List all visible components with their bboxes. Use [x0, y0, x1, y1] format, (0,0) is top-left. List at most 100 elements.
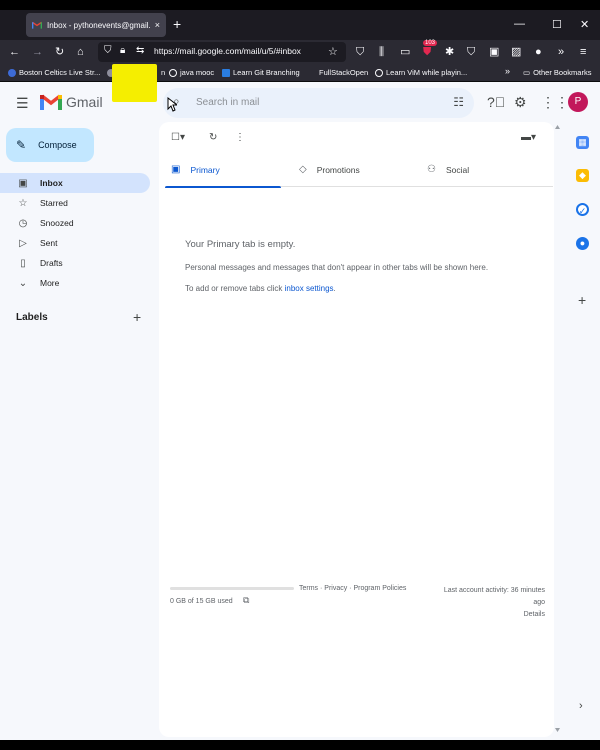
help-icon[interactable]: ?⃝	[487, 94, 505, 110]
people-icon: ⚇	[427, 164, 436, 175]
inbox-icon: ▣	[171, 164, 181, 175]
permissions-icon[interactable]: ⇆	[136, 45, 144, 56]
more-options-icon[interactable]: ⋮	[235, 132, 245, 143]
storage-meter	[170, 587, 294, 590]
tab-primary[interactable]: ▣ Primary	[165, 152, 281, 188]
new-tab-button[interactable]: +	[173, 16, 181, 32]
bookmark-item[interactable]: FullStackOpen	[319, 68, 368, 77]
gmail-m-icon	[40, 94, 62, 110]
library-icon[interactable]: ⫼	[379, 45, 384, 59]
folder-icon: ▭	[523, 68, 531, 77]
labels-heading: Labels	[16, 312, 48, 323]
tab-social[interactable]: ⚇ Social	[427, 152, 543, 187]
compose-label: Compose	[38, 140, 77, 150]
compose-button[interactable]: ✎ Compose	[6, 128, 94, 162]
empty-state-message: Personal messages and messages that don'…	[185, 263, 489, 272]
select-all-checkbox[interactable]: ☐▾	[171, 132, 185, 143]
settings-gear-icon[interactable]: ⚙	[514, 94, 527, 111]
extension-cookie-icon[interactable]: ●	[535, 45, 542, 59]
pocket-icon[interactable]: ⛉	[356, 45, 364, 59]
maximize-icon[interactable]: ☐	[552, 18, 562, 31]
empty-state-title: Your Primary tab is empty.	[185, 239, 296, 250]
url-text[interactable]: https://mail.google.com/mail/u/5/#inbox	[154, 46, 301, 56]
gmail-favicon-icon	[32, 21, 42, 29]
notification-badge: 103	[423, 40, 438, 46]
close-window-icon[interactable]: ✕	[580, 18, 589, 31]
sidebar-item-snoozed[interactable]: ◷ Snoozed	[0, 213, 150, 233]
other-bookmarks[interactable]: ▭ Other Bookmarks	[523, 68, 591, 77]
shield-icon[interactable]: ⛉	[104, 45, 112, 56]
minimize-icon[interactable]: —	[514, 18, 525, 30]
bookmark-item[interactable]: Boston Celtics Live Str...	[8, 68, 100, 77]
home-icon[interactable]: ⌂	[77, 45, 84, 59]
account-activity: Last account activity: 36 minutes ago De…	[429, 585, 545, 621]
tag-icon: ◇	[299, 164, 307, 175]
footer-links[interactable]: Terms · Privacy · Program Policies	[299, 585, 406, 592]
expand-panel-chevron-icon[interactable]: ›	[579, 700, 583, 712]
back-icon[interactable]: ←	[9, 45, 20, 59]
extension-shield-icon[interactable]: ⛉	[467, 45, 475, 59]
sidebar-item-drafts[interactable]: ▯ Drafts	[0, 253, 150, 273]
keep-icon[interactable]: ◆	[576, 169, 589, 182]
extension-photo-icon[interactable]: ▨	[511, 45, 521, 59]
add-label-icon[interactable]: +	[133, 309, 141, 325]
add-addon-icon[interactable]: +	[578, 292, 586, 308]
globe-icon	[375, 68, 383, 77]
tasks-icon[interactable]: ✓	[576, 203, 589, 216]
overflow-chevron-icon[interactable]: »	[558, 45, 564, 59]
sidebar-item-more[interactable]: ⌄ More	[0, 273, 150, 293]
url-bar[interactable]: ⛉ 🔒︎ ⇆ https://mail.google.com/mail/u/5/…	[98, 42, 346, 62]
browser-tab[interactable]: Inbox - pythonevents@gmail.c ×	[26, 13, 166, 37]
avatar[interactable]: P	[568, 92, 588, 112]
close-tab-icon[interactable]: ×	[155, 20, 160, 30]
reload-icon[interactable]: ↻	[55, 45, 64, 59]
chevron-down-icon: ⌄	[18, 277, 28, 289]
sidebar-item-sent[interactable]: ▷ Sent	[0, 233, 150, 253]
sticky-note-overlay	[112, 64, 157, 102]
category-tabs: ▣ Primary ◇ Promotions ⚇ Social	[165, 152, 553, 188]
search-options-icon[interactable]: ☷	[453, 95, 464, 109]
split-pane-icon[interactable]: ▬▾	[521, 132, 536, 143]
inbox-settings-link[interactable]: inbox settings	[285, 284, 334, 293]
bookmarks-overflow-icon[interactable]: »	[505, 66, 510, 76]
gmail-logo[interactable]: Gmail	[40, 94, 103, 110]
menu-icon[interactable]: ≡	[580, 45, 586, 59]
bookmark-item[interactable]: Learn ViM while playin...	[375, 68, 467, 77]
screen: Inbox - pythonevents@gmail.c × + — ☐ ✕ ←…	[0, 0, 600, 750]
sidebar-item-starred[interactable]: ☆ Starred	[0, 193, 150, 213]
active-tab-indicator	[165, 186, 281, 188]
browser-tab-title: Inbox - pythonevents@gmail.c	[47, 20, 151, 30]
ublock-icon[interactable]: ⛊	[423, 45, 431, 59]
extension-box-icon[interactable]: ▣	[489, 45, 499, 59]
extension-gear-icon[interactable]: ✱	[445, 45, 454, 59]
scrollbar[interactable]	[554, 122, 561, 737]
forward-icon[interactable]: →	[32, 45, 43, 59]
empty-state-settings-hint: To add or remove tabs click inbox settin…	[185, 284, 336, 293]
bookmark-star-icon[interactable]: ☆	[328, 45, 338, 59]
search-bar[interactable]: ⌕ Search in mail ☷	[163, 88, 474, 118]
lock-icon[interactable]: 🔒︎	[120, 45, 125, 56]
main-panel: ☐▾ ↻ ⋮ ▬▾ ▣ Primary ◇ Promotions ⚇ Socia…	[159, 122, 554, 737]
inbox-icon: ▣	[18, 177, 28, 189]
draft-icon: ▯	[20, 257, 26, 269]
contacts-icon[interactable]: ●	[576, 237, 589, 250]
star-icon: ☆	[18, 197, 28, 209]
bookmark-item[interactable]: java mooc	[169, 68, 214, 77]
globe-icon	[169, 68, 177, 77]
main-menu-icon[interactable]: ☰	[16, 95, 29, 112]
browser-navbar: ← → ↻ ⌂ ⛉ 🔒︎ ⇆ https://mail.google.com/m…	[0, 40, 600, 64]
tab-promotions[interactable]: ◇ Promotions	[299, 152, 415, 187]
pencil-icon: ✎	[16, 138, 27, 152]
activity-details-link[interactable]: Details	[429, 609, 545, 621]
sidebar-item-inbox[interactable]: ▣ Inbox	[0, 173, 150, 193]
gmail-page: ☰ Gmail ⌕ Search in mail ☷ ?⃝ ⚙ ⋮⋮⋮ P ✎ …	[0, 82, 600, 740]
calendar-icon[interactable]: ▦	[576, 136, 589, 149]
bookmark-item[interactable]: Learn Git Branching	[222, 68, 300, 77]
mouse-cursor-icon	[167, 97, 177, 112]
sidebar-icon[interactable]: ▭	[400, 45, 410, 59]
refresh-icon[interactable]: ↻	[209, 132, 217, 143]
bookmarks-bar: Boston Celtics Live Str... n java mooc L…	[0, 64, 600, 82]
side-panel: ▦ ◆ ✓ ● + ›	[568, 122, 598, 740]
search-input[interactable]: Search in mail	[196, 97, 259, 108]
external-link-icon[interactable]: ⧉	[243, 595, 249, 606]
